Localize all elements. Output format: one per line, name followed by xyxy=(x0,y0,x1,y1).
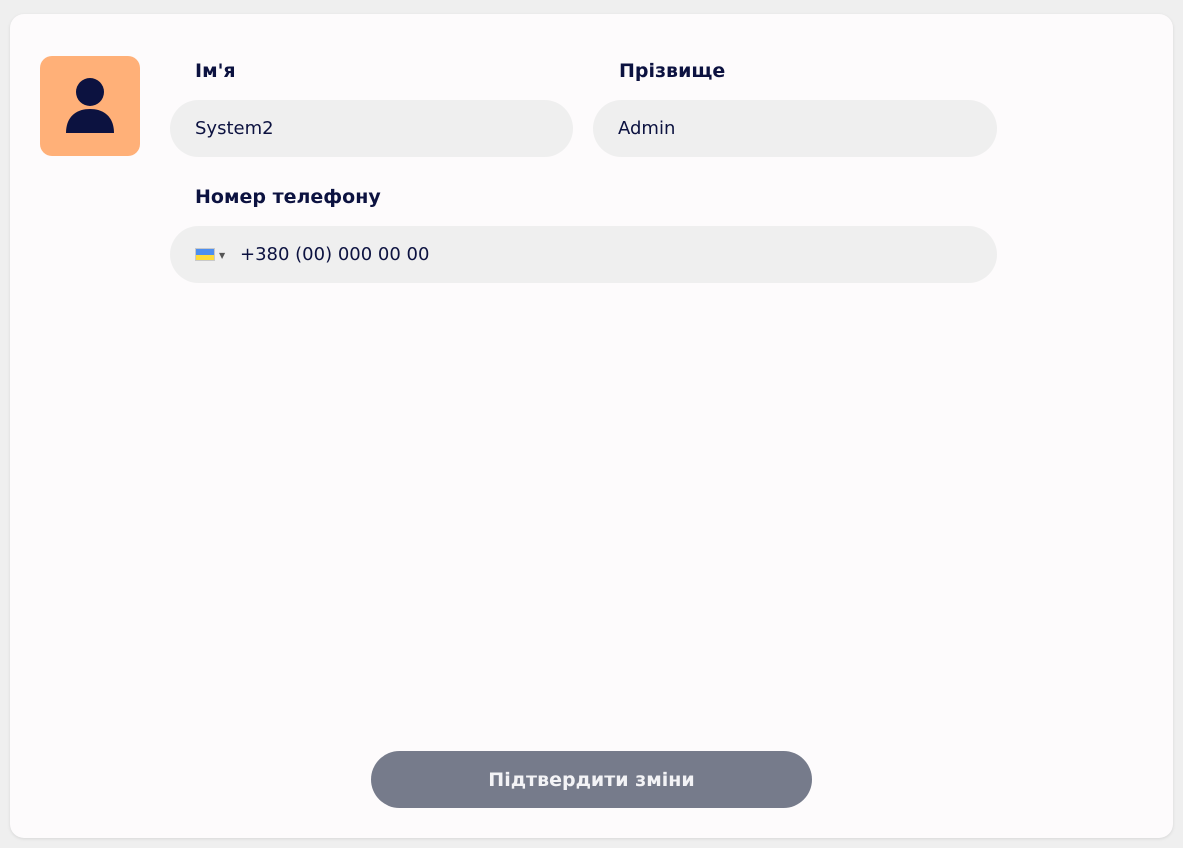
phone-input[interactable] xyxy=(240,226,940,283)
first-name-input[interactable] xyxy=(195,100,555,157)
caret-down-icon: ▼ xyxy=(219,251,226,260)
confirm-changes-button[interactable]: Підтвердити зміни xyxy=(371,751,812,808)
user-icon xyxy=(66,78,114,133)
ukraine-flag-icon xyxy=(195,248,215,261)
first-name-field[interactable] xyxy=(170,100,573,157)
phone-label: Номер телефону xyxy=(195,186,381,208)
phone-field[interactable]: ▼ xyxy=(170,226,997,283)
last-name-input[interactable] xyxy=(618,100,978,157)
country-selector[interactable]: ▼ xyxy=(195,246,231,263)
first-name-label: Ім'я xyxy=(195,60,236,82)
avatar[interactable] xyxy=(40,56,140,156)
last-name-field[interactable] xyxy=(593,100,997,157)
profile-card: Ім'я Прізвище Номер телефону ▼ Підтверди… xyxy=(10,14,1173,838)
last-name-label: Прізвище xyxy=(619,60,726,82)
